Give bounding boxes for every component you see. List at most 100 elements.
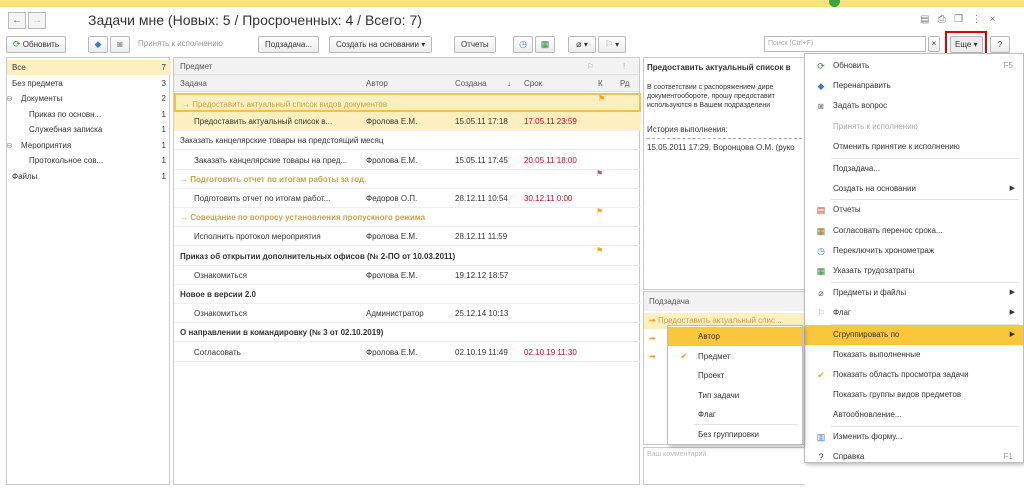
group-by-item[interactable]: ✔ Предмет [668,347,802,366]
group-by-item[interactable]: Тип задачи [668,386,802,405]
sidebar-item[interactable]: Все 7 [7,60,171,75]
clock-icon: ◷ [817,245,825,256]
group-by-item[interactable]: Флаг [668,405,802,424]
menu-item[interactable]: ▤ Отчеты [805,200,1023,220]
table-group-row[interactable]: → Совещание по вопросу установления проп… [174,208,641,228]
refresh-icon: ⟳ [817,61,825,71]
col-due[interactable]: Срок [524,75,542,92]
menu-item[interactable]: Подзадача... [805,159,1023,179]
group-by-item[interactable]: Без группировки [668,425,802,444]
table-group-row[interactable]: → Подготовить отчет по итогам работы за … [174,170,641,189]
sidebar-item[interactable]: Без предмета 3 [7,76,171,91]
menu-item[interactable]: Показать выполненные [805,345,1023,365]
menu-item[interactable]: ⟳ Обновить F5 [805,56,1023,76]
question-icon: ◙ [117,39,123,49]
refresh-button[interactable]: ⟳ Обновить [6,36,67,53]
comment-input[interactable]: Ваш комментарий [643,447,805,485]
flag-icon: ⚐ [816,307,826,318]
menu-item[interactable]: ◆ Перенаправить [805,76,1023,96]
table-row[interactable]: Подготовить отчет по итогам работ... Федо… [174,189,641,208]
copy-icon[interactable]: ❐ [954,14,963,25]
printer-icon[interactable]: ⎙ [938,14,946,25]
menu-item[interactable]: Создать на основании ▶ [805,179,1023,199]
flag-icon[interactable]: ⚑ [596,208,603,216]
col-k[interactable]: К [598,75,603,92]
col-author[interactable]: Автор [366,75,388,92]
reports-button[interactable]: Отчеты [454,36,496,53]
sidebar-item[interactable]: Приказ по основн... 1 [7,107,171,122]
ask-question-button[interactable]: ◙ [110,36,130,53]
chevron-down-icon: ▾ [421,40,426,49]
table-row[interactable]: Согласовать Фролова Е.М. 02.10.19 11:49 02.… [174,343,641,362]
cell-due: 30.12.11 0:00 [524,194,573,203]
accept-button[interactable]: Принять к исполнению [132,36,229,53]
table-row[interactable]: Исполнить протокол мероприятия Фролова Е.… [174,227,641,247]
menu-item[interactable]: Отменить принятие к исполнению [805,137,1023,157]
check-icon: ✔ [680,350,688,361]
back-button[interactable]: ← [8,12,26,29]
close-icon[interactable]: × [990,14,996,25]
flag-icon[interactable]: ⚑ [596,170,603,178]
flag-icon[interactable]: ⚑ [598,95,605,103]
table-row[interactable]: Ознакомиться Администратор 25.12.14 10:13 [174,304,641,324]
table-group-row[interactable]: Приказ об открытии дополнительных офисов… [174,247,641,266]
table-row[interactable]: Предоставить актуальный список в... Фроло… [174,112,641,132]
files-button[interactable]: ⌀ ▾ [568,36,596,53]
labor-button[interactable]: ▦ [535,36,555,53]
help-button[interactable]: ? [990,36,1010,53]
print-icon[interactable]: ▤ [920,14,929,25]
preview-text: В соответствии с распоряжением дире доку… [647,84,775,109]
table-group-row[interactable]: Новое в версии 2.0 [174,285,641,304]
sidebar-item[interactable]: Служебная записка 1 [7,122,171,137]
menu-item[interactable]: ▦ Согласовать перенос срока... [805,221,1023,241]
table-row[interactable]: Ознакомиться Фролова Е.М. 19.12.12 18:57 [174,266,641,285]
arrow-right-icon: ➡ [649,334,656,343]
calendar-icon: ▦ [816,225,826,236]
report-icon: ▤ [816,205,826,216]
table-row[interactable]: Заказать канцелярские товары на пред... Ф… [174,151,641,170]
search-input[interactable]: Поиск (Ctrl+F) [764,36,926,52]
kebab-icon[interactable]: ⋮ [971,14,981,25]
sidebar-item[interactable]: Протокольное сов... 1 [7,153,171,168]
redirect-button[interactable]: ◆ [88,36,108,53]
sidebar-item[interactable]: Файлы 1 [7,169,171,184]
menu-item[interactable]: Принять к исполнению [805,117,1023,137]
cell-author: Администратор [366,309,424,319]
subtask-button[interactable]: Подзадача... [258,36,320,53]
forward-button[interactable]: → [28,12,46,29]
submenu-arrow-icon: ▶ [1009,330,1015,338]
search-clear-button[interactable]: × [928,36,940,52]
group-by-item[interactable]: Проект [668,366,802,385]
menu-item[interactable]: ✔ Показать область просмотра задачи [805,365,1023,385]
table-row[interactable]: Заказать канцелярские товары на предстоя… [174,131,641,151]
col-task[interactable]: Задача [180,75,207,92]
sidebar-item[interactable]: ⊖ Мероприятия 1 [6,138,171,153]
menu-item[interactable]: ◙ Задать вопрос [805,96,1023,116]
sidebar-item[interactable]: ⊖ Документы 2 [6,91,171,106]
col-created[interactable]: Создана [455,75,487,92]
flag-button[interactable]: ⚐ ▾ [598,36,626,53]
table-group-row[interactable]: О направлении в командировку (№ 3 от 02.… [174,323,641,343]
menu-item[interactable]: ▦ Указать трудозатраты [805,261,1023,281]
group-by-item[interactable]: Автор [668,327,802,346]
form-icon: ▥ [816,432,826,443]
collapse-icon[interactable]: ⊖ [6,91,13,106]
table-group-row[interactable]: → Предоставить актуальный список видов д… [174,93,641,112]
col-pd[interactable]: Рд [620,75,629,92]
cell-created: 15.05.11 17:18 [455,117,508,127]
menu-item[interactable]: Показать группы видов предметов [805,385,1023,405]
create-based-button[interactable]: Создать на основании ▾ [329,36,433,53]
menu-item[interactable]: ⚐ Флаг ▶ [805,303,1023,323]
more-button[interactable]: Еще ▾ [950,36,983,53]
menu-item[interactable]: ◷ Переключить хронометраж [805,241,1023,261]
menu-item[interactable]: Автообновление... [805,405,1023,425]
menu-item[interactable]: Сгруппировать по ▶ [805,324,1023,345]
timer-button[interactable]: ◷ [513,36,533,53]
menu-item[interactable]: ? Справка F1 [805,447,1023,467]
menu-item[interactable]: ⌀ Предметы и файлы ▶ [805,283,1023,303]
preview-panel: Предоставить актуальный список в В соотв… [643,57,805,290]
menu-item[interactable]: ▥ Изменить форму... [805,427,1023,447]
flag-col-icon: ⚐ [587,62,595,71]
flag-icon[interactable]: ⚑ [596,247,603,255]
collapse-icon[interactable]: ⊖ [6,138,13,153]
